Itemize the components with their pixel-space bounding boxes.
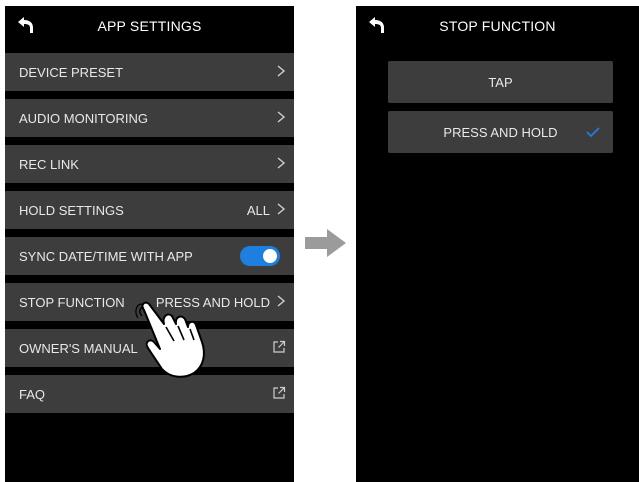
option-label: TAP — [488, 75, 513, 90]
stop-function-options: TAP PRESS AND HOLD — [388, 61, 613, 161]
chevron-right-icon — [277, 295, 286, 307]
menu-item-label: STOP FUNCTION — [19, 295, 125, 310]
chevron-right-icon — [277, 65, 286, 77]
menu-item-value: ALL — [246, 203, 270, 218]
option-press-and-hold[interactable]: PRESS AND HOLD — [388, 111, 613, 153]
stop-function-header: STOP FUNCTION — [356, 6, 639, 46]
option-tap[interactable]: TAP — [388, 61, 613, 103]
checkmark-icon — [586, 127, 600, 138]
menu-item-label: AUDIO MONITORING — [19, 111, 149, 126]
stop-function-screen: STOP FUNCTION TAP PRESS AND HOLD — [356, 6, 639, 482]
menu-item-label: DEVICE PRESET — [19, 65, 124, 80]
menu-item-audio-monitoring[interactable]: AUDIO MONITORING — [5, 99, 294, 137]
menu-item-sync-date-time: SYNC DATE/TIME WITH APP — [5, 237, 294, 275]
sync-toggle-switch[interactable] — [240, 246, 280, 266]
page-title: APP SETTINGS — [97, 18, 202, 34]
option-label: PRESS AND HOLD — [443, 125, 558, 140]
menu-item-label: REC LINK — [19, 157, 79, 172]
tapping-hand-icon — [135, 301, 205, 378]
chevron-right-icon — [277, 203, 286, 215]
chevron-right-icon — [277, 111, 286, 123]
external-link-icon — [273, 340, 286, 353]
page-title: STOP FUNCTION — [439, 18, 556, 34]
menu-item-label: HOLD SETTINGS — [19, 203, 124, 218]
menu-item-label: OWNER'S MANUAL — [19, 341, 138, 356]
external-link-icon — [273, 386, 286, 399]
toggle-knob — [263, 249, 277, 263]
app-settings-header: APP SETTINGS — [5, 6, 294, 46]
menu-item-hold-settings[interactable]: HOLD SETTINGS ALL — [5, 191, 294, 229]
menu-item-rec-link[interactable]: REC LINK — [5, 145, 294, 183]
chevron-right-icon — [277, 157, 286, 169]
menu-item-device-preset[interactable]: DEVICE PRESET — [5, 53, 294, 91]
menu-item-label: FAQ — [19, 387, 46, 402]
app-settings-screen: APP SETTINGS DEVICE PRESET AUDIO MONITOR… — [5, 6, 294, 482]
right-arrow-icon — [305, 229, 346, 257]
menu-item-label: SYNC DATE/TIME WITH APP — [19, 249, 193, 264]
menu-item-faq[interactable]: FAQ — [5, 375, 294, 413]
